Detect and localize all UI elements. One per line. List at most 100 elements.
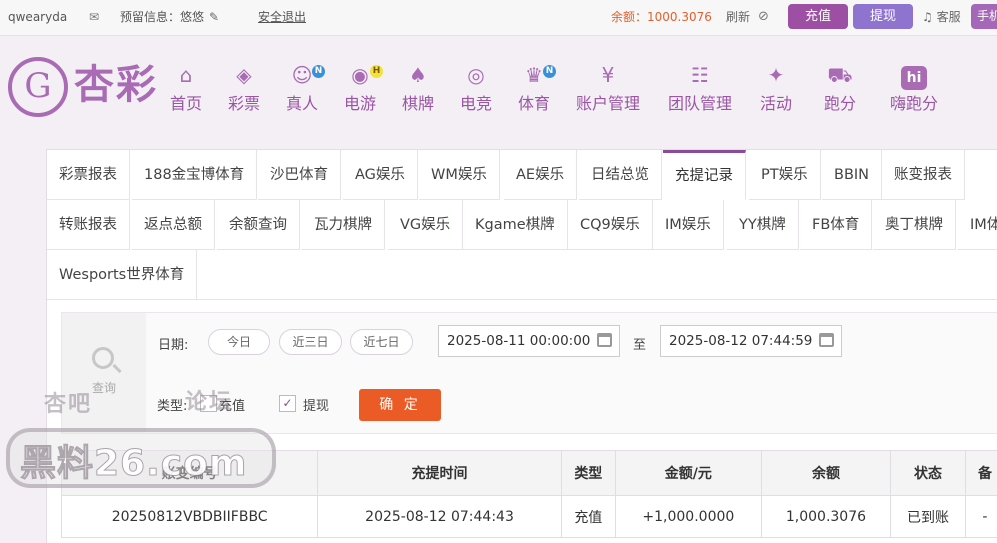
nav-label: 真人: [285, 94, 318, 113]
tab-vg[interactable]: VG娱乐: [388, 200, 464, 250]
nav-account[interactable]: ¥ 账户管理: [574, 62, 642, 114]
cell-remark: -: [964, 495, 997, 538]
lottery-icon: ◈: [236, 63, 252, 87]
service-label: 客服: [936, 10, 961, 24]
nav-label: 电竞: [459, 94, 492, 113]
top-bar: qwearyda ✉ 预留信息：悠悠 ✎ 安全退出 余额：1000.3076 刷…: [0, 0, 997, 36]
withdraw-button[interactable]: 提现: [853, 4, 913, 29]
cell-change-id: 20250812VBDBIIFBBC: [60, 495, 319, 538]
withdraw-checkbox[interactable]: ✓: [279, 395, 296, 412]
tab-cq9[interactable]: CQ9娱乐: [568, 200, 653, 250]
tab-pt[interactable]: PT娱乐: [749, 150, 821, 200]
cell-balance: 1,000.3076: [760, 495, 892, 538]
recharge-button[interactable]: 充值: [788, 4, 848, 29]
logo-icon[interactable]: G: [8, 57, 68, 117]
truck-icon: ⛟: [827, 63, 853, 87]
tab-deposit-withdraw[interactable]: 充提记录: [663, 150, 746, 200]
team-icon: ☷: [691, 63, 709, 87]
nav-label: 首页: [169, 94, 202, 113]
username: qwearyda: [8, 10, 68, 24]
eye-hidden-icon[interactable]: ⊘: [758, 0, 769, 36]
cards-icon: ♠: [409, 63, 427, 87]
logout-link[interactable]: 安全退出: [258, 0, 306, 36]
tab-balance-query[interactable]: 余额查询: [217, 200, 300, 250]
new-badge: N: [312, 65, 325, 78]
start-date-input[interactable]: 2025-08-11 00:00:00: [438, 325, 620, 357]
quick-today-button[interactable]: 今日: [208, 329, 270, 355]
nav-label: 活动: [759, 94, 792, 113]
mobile-button[interactable]: 手机: [971, 4, 997, 29]
tab-188[interactable]: 188金宝博体育: [132, 150, 258, 200]
tab-daily-overview[interactable]: 日结总览: [579, 150, 662, 200]
calendar-icon[interactable]: [819, 333, 834, 347]
nav-home[interactable]: ⌂ 首页: [168, 62, 204, 114]
tab-yy[interactable]: YY棋牌: [727, 200, 799, 250]
tab-wesports[interactable]: Wesports世界体育: [47, 250, 198, 300]
nav-label: 账户管理: [575, 94, 640, 113]
calendar-icon[interactable]: [597, 333, 612, 347]
cell-amount: +1,000.0000: [614, 495, 762, 538]
tab-wali[interactable]: 瓦力棋牌: [302, 200, 385, 250]
tab-bbin[interactable]: BBIN: [822, 150, 883, 200]
tab-ae[interactable]: AE娱乐: [504, 150, 578, 200]
edit-icon[interactable]: ✎: [209, 0, 219, 36]
nav-paofen[interactable]: ⛟ 跑分: [816, 62, 864, 114]
cell-status: 已到账: [890, 495, 966, 538]
tab-odin[interactable]: 奥丁棋牌: [873, 200, 956, 250]
tab-rebate-total[interactable]: 返点总额: [132, 200, 215, 250]
nav-label: 团队管理: [667, 94, 732, 113]
quick-7days-button[interactable]: 近七日: [350, 329, 413, 355]
headset-icon: ♫: [922, 10, 933, 24]
nav-label: 体育: [517, 94, 550, 113]
cell-type: 充值: [560, 495, 616, 538]
nav-label: 跑分: [823, 94, 856, 113]
nav-hi-paofen[interactable]: hi 嗨跑分: [888, 62, 940, 114]
col-status: 状态: [890, 450, 966, 496]
cell-time: 2025-08-12 07:44:43: [317, 495, 562, 538]
esports-icon: ◎: [467, 63, 485, 87]
mail-icon[interactable]: ✉: [89, 0, 99, 36]
tab-lottery-report[interactable]: 彩票报表: [47, 150, 130, 200]
watermark-text: 杏吧: [44, 392, 93, 417]
date-label: 日期:: [158, 338, 189, 353]
tabs-divider: [47, 299, 997, 300]
reserved-info: 预留信息：悠悠: [120, 10, 205, 24]
tab-kgame[interactable]: Kgame棋牌: [463, 200, 568, 250]
tab-transfer-report[interactable]: 转账报表: [47, 200, 130, 250]
nav-activity[interactable]: ✦ 活动: [758, 62, 794, 114]
quick-3days-button[interactable]: 近三日: [279, 329, 342, 355]
trophy-icon: ♛ N: [516, 62, 556, 88]
nav-sports[interactable]: ♛ N 体育: [516, 62, 556, 114]
end-date-input[interactable]: 2025-08-12 07:44:59: [660, 325, 842, 357]
search-icon: [92, 347, 114, 369]
tab-wm[interactable]: WM娱乐: [419, 150, 500, 200]
tab-account-change[interactable]: 账变报表: [882, 150, 965, 200]
new-badge: N: [543, 65, 556, 78]
nav-slots[interactable]: ◉ H 电游: [342, 62, 383, 114]
watermark-url: 黑料26.com: [19, 443, 248, 485]
nav-esports[interactable]: ◎ 电竞: [458, 62, 494, 114]
gift-icon: ✦: [767, 63, 785, 87]
logo-text[interactable]: 杏彩: [74, 58, 158, 112]
nav-lottery[interactable]: ◈ 彩票: [226, 62, 262, 114]
nav-live[interactable]: ☺ N 真人: [284, 62, 325, 114]
hi-icon: hi: [888, 62, 940, 90]
hot-badge: H: [370, 65, 383, 78]
tab-fb[interactable]: FB体育: [800, 200, 873, 250]
type-label: 类型:: [157, 399, 188, 414]
nav-label: 嗨跑分: [889, 94, 938, 113]
tab-saba[interactable]: 沙巴体育: [258, 150, 341, 200]
account-icon: ¥: [601, 63, 615, 87]
nav-cards[interactable]: ♠ 棋牌: [400, 62, 436, 114]
to-label: 至: [633, 338, 647, 353]
refresh-link[interactable]: 刷新: [726, 0, 750, 36]
table-row: 20250812VBDBIIFBBC 2025-08-12 07:44:43 充…: [60, 495, 997, 538]
tab-im[interactable]: IM娱乐: [653, 200, 724, 250]
nav-label: 棋牌: [401, 94, 434, 113]
col-balance: 余额: [760, 450, 892, 496]
customer-service-link[interactable]: ♫ 客服: [922, 0, 961, 36]
tab-ag[interactable]: AG娱乐: [343, 150, 418, 200]
tab-im-sports[interactable]: IM体: [958, 200, 997, 250]
confirm-button[interactable]: 确 定: [359, 389, 441, 421]
nav-team[interactable]: ☷ 团队管理: [666, 62, 734, 114]
